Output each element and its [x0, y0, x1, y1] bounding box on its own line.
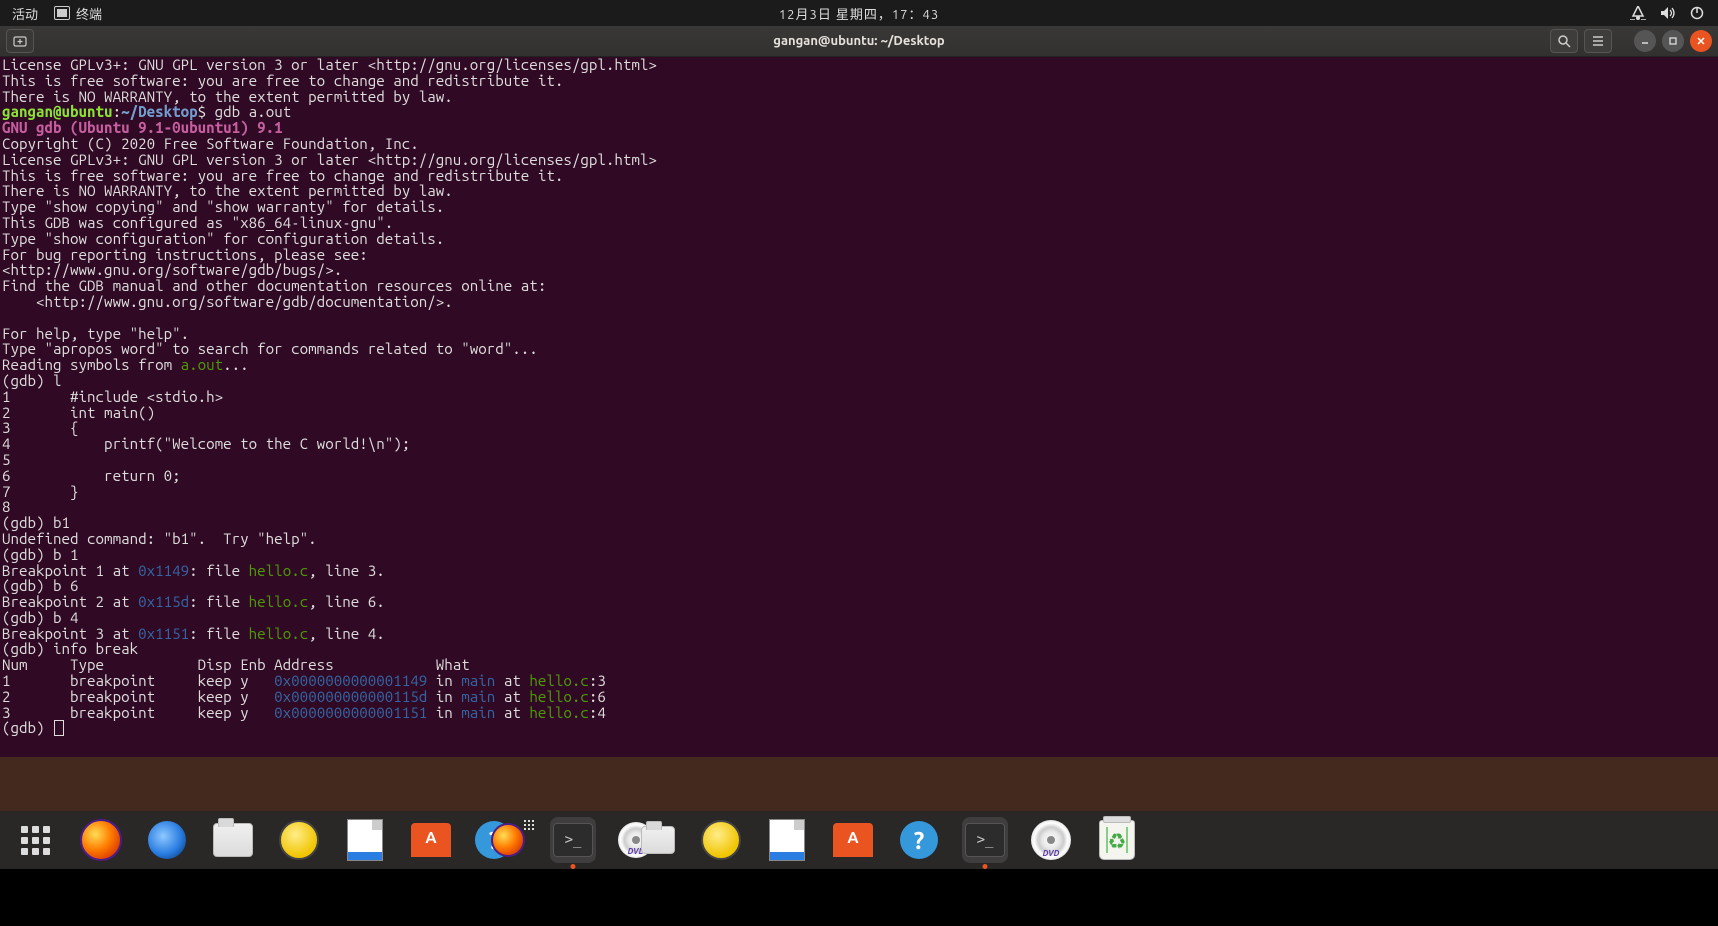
help-icon: ? — [900, 821, 938, 859]
terminal-cursor — [54, 720, 64, 736]
volume-icon[interactable] — [1660, 6, 1676, 20]
grid-icon — [21, 826, 50, 855]
window-maximize-button[interactable] — [1662, 30, 1684, 52]
terminal-output[interactable]: License GPLv3+: GNU GPL version 3 or lat… — [0, 57, 1718, 757]
dock-libreoffice-writer-2[interactable] — [764, 817, 810, 863]
trash-icon: ♻ — [1099, 820, 1135, 860]
hamburger-menu-button[interactable] — [1584, 29, 1612, 53]
activities-button[interactable]: 活动 — [12, 4, 38, 23]
network-icon[interactable] — [1630, 6, 1646, 20]
speaker-icon — [701, 820, 741, 860]
dock-libreoffice-writer[interactable] — [342, 817, 388, 863]
dock-trash[interactable]: ♻ — [1094, 817, 1140, 863]
folder-icon — [213, 823, 253, 857]
dock-terminal[interactable]: >_ — [550, 817, 596, 863]
dock-help-2[interactable]: ? — [896, 817, 942, 863]
dock: ? >_ DVD ? >_ DVD ♻ — [0, 811, 1718, 869]
dock-thunderbird[interactable] — [144, 817, 190, 863]
firefox-icon — [491, 823, 525, 857]
shopping-bag-icon — [411, 823, 451, 857]
speaker-icon — [279, 820, 319, 860]
search-button[interactable] — [1550, 29, 1578, 53]
dock-firefox[interactable] — [78, 817, 124, 863]
running-indicator-icon — [571, 864, 576, 869]
power-icon[interactable] — [1690, 6, 1704, 20]
dock-terminal-2[interactable]: >_ — [962, 817, 1008, 863]
running-indicator-icon — [983, 864, 988, 869]
window-title: gangan@ubuntu: ~/Desktop — [773, 34, 944, 48]
terminal-titlebar: gangan@ubuntu: ~/Desktop — [0, 26, 1718, 57]
grid-icon — [524, 820, 534, 830]
firefox-icon — [80, 819, 122, 861]
dock-stacked-group-2[interactable]: DVD — [616, 817, 678, 863]
terminal-icon: >_ — [965, 823, 1005, 857]
gnome-topbar: 活动 终端 12月3日 星期四，17：43 — [0, 0, 1718, 26]
shopping-bag-icon — [833, 823, 873, 857]
dock-ubuntu-software[interactable] — [408, 817, 454, 863]
clock[interactable]: 12月3日 星期四，17：43 — [779, 4, 939, 23]
window-close-button[interactable] — [1690, 30, 1712, 52]
dock-rhythmbox-2[interactable] — [698, 817, 744, 863]
thunderbird-icon — [148, 821, 186, 859]
dock-files[interactable] — [210, 817, 256, 863]
folder-icon — [641, 826, 675, 854]
document-icon — [347, 819, 383, 861]
dock-ubuntu-software-2[interactable] — [830, 817, 876, 863]
window-minimize-button[interactable] — [1634, 30, 1656, 52]
desktop-area: ? >_ DVD ? >_ DVD ♻ — [0, 757, 1718, 869]
dock-stacked-group[interactable]: ? — [474, 817, 530, 863]
show-applications-button[interactable] — [12, 817, 58, 863]
new-tab-button[interactable] — [6, 29, 34, 53]
document-icon — [769, 819, 805, 861]
dock-rhythmbox[interactable] — [276, 817, 322, 863]
disc-icon: DVD — [1031, 820, 1071, 860]
dock-disc[interactable]: DVD — [1028, 817, 1074, 863]
current-app-label: 终端 — [76, 4, 102, 23]
terminal-icon — [54, 6, 70, 20]
current-app[interactable]: 终端 — [54, 4, 102, 23]
terminal-icon: >_ — [553, 823, 593, 857]
